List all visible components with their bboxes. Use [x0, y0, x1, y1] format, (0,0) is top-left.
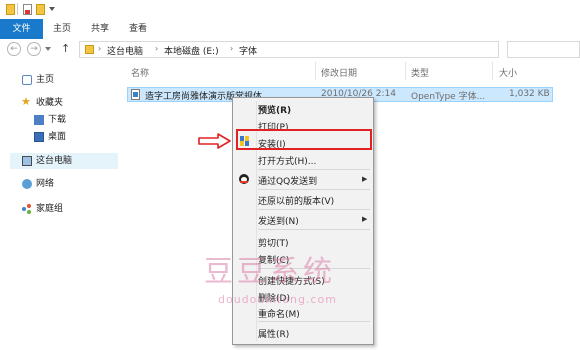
- menu-item-properties[interactable]: 属性(R): [258, 327, 289, 340]
- breadcrumb-separator-icon[interactable]: ›: [98, 44, 101, 53]
- new-folder-icon[interactable]: [36, 4, 45, 15]
- column-divider[interactable]: [492, 62, 493, 80]
- menu-separator: [258, 169, 370, 170]
- forward-icon[interactable]: →: [27, 42, 41, 56]
- column-divider[interactable]: [405, 62, 406, 80]
- download-icon: [34, 115, 44, 125]
- tab-home[interactable]: 主页: [46, 19, 78, 39]
- file-size: 1,032 KB: [509, 89, 550, 99]
- search-input[interactable]: [507, 41, 580, 58]
- ribbon: 文件 主页 共享 查看: [0, 19, 580, 40]
- home-icon: [22, 75, 32, 85]
- submenu-arrow-icon: ▶: [362, 215, 368, 223]
- nav-item-label: 下载: [48, 115, 67, 125]
- column-divider[interactable]: [315, 62, 316, 80]
- submenu-arrow-icon: ▶: [362, 175, 368, 183]
- font-file-icon: [131, 89, 140, 100]
- red-arrow-icon: [198, 133, 231, 149]
- menu-item-preview[interactable]: 预览(R): [258, 103, 291, 116]
- menu-item-rename[interactable]: 重命名(M): [258, 307, 300, 320]
- breadcrumb-this-pc[interactable]: 这台电脑: [107, 44, 143, 57]
- toolbar-divider: [17, 3, 18, 15]
- network-icon: [22, 179, 32, 189]
- star-icon: ★: [21, 95, 31, 108]
- desktop-icon: [34, 132, 44, 142]
- menu-separator: [258, 209, 370, 210]
- nav-item-label: 桌面: [48, 132, 67, 142]
- chevron-down-icon[interactable]: [49, 7, 55, 11]
- menu-item-restore-previous[interactable]: 还原以前的版本(V): [258, 194, 334, 207]
- recent-locations-icon[interactable]: [45, 47, 51, 51]
- breadcrumb-separator-icon[interactable]: ›: [230, 44, 233, 53]
- address-bar[interactable]: › 这台电脑 › 本地磁盘 (E:) › 字体: [79, 41, 499, 58]
- menu-item-send-to[interactable]: 发送到(N): [258, 214, 299, 227]
- column-header-date[interactable]: 修改日期: [321, 66, 357, 79]
- column-header-name[interactable]: 名称: [131, 66, 149, 79]
- tab-file[interactable]: 文件: [0, 19, 43, 39]
- navigation-pane: 主页 ★ 收藏夹 下载 桌面 这台电脑 网络 家庭组: [0, 62, 120, 350]
- tab-view[interactable]: 查看: [122, 19, 154, 39]
- nav-item-label: 主页: [36, 75, 55, 85]
- nav-item-label: 网络: [36, 179, 55, 189]
- address-row: ← → ↑ › 这台电脑 › 本地磁盘 (E:) › 字体: [0, 39, 580, 61]
- nav-item-label: 这台电脑: [36, 156, 73, 166]
- up-icon[interactable]: ↑: [61, 42, 70, 55]
- install-highlight-box: [236, 129, 372, 150]
- back-icon[interactable]: ←: [7, 42, 21, 56]
- computer-icon: [22, 156, 32, 166]
- nav-item-label: 收藏夹: [36, 98, 64, 108]
- title-bar: [0, 0, 580, 19]
- menu-separator: [258, 189, 370, 190]
- folder-icon: [85, 45, 94, 54]
- nav-item-label: 家庭组: [36, 204, 64, 214]
- qq-penguin-icon: [239, 174, 249, 184]
- watermark-url: doudouxitong.com: [218, 293, 337, 306]
- menu-item-send-via-qq[interactable]: 通过QQ发送到: [258, 174, 317, 187]
- breadcrumb-fonts[interactable]: 字体: [239, 44, 257, 57]
- column-header-type[interactable]: 类型: [411, 66, 429, 79]
- menu-separator: [258, 321, 370, 322]
- properties-icon[interactable]: [23, 4, 32, 15]
- menu-separator: [258, 229, 370, 230]
- tab-share[interactable]: 共享: [84, 19, 116, 39]
- watermark-title: 豆豆系统: [204, 254, 337, 288]
- file-type: OpenType 字体...: [411, 92, 486, 102]
- homegroup-icon: [22, 204, 32, 214]
- column-header-size[interactable]: 大小: [499, 66, 517, 79]
- folder-icon[interactable]: [6, 4, 15, 15]
- breadcrumb-drive-e[interactable]: 本地磁盘 (E:): [164, 44, 219, 57]
- breadcrumb-separator-icon[interactable]: ›: [155, 44, 158, 53]
- menu-item-open-with[interactable]: 打开方式(H)...: [258, 154, 316, 167]
